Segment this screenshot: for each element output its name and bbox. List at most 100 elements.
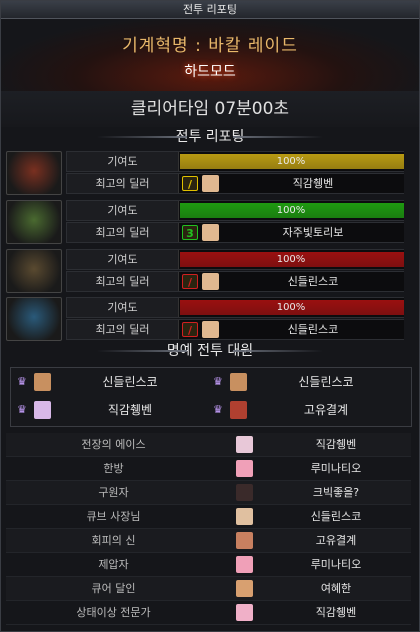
top-dealer-label: 최고의 딜러 xyxy=(95,323,150,336)
contribution-row: 기여도 100% xyxy=(66,297,404,318)
job-icon: / xyxy=(182,274,198,289)
honor-title: 큐어 달인 xyxy=(91,582,136,595)
honor-member-name: 고유결계 xyxy=(303,403,349,417)
top-dealer-cell: / 직감췡벤 xyxy=(178,174,404,193)
top-dealer-label: 최고의 딜러 xyxy=(95,275,150,288)
top-dealer-row[interactable]: 최고의 딜러 / 직감췡벤 xyxy=(66,173,404,194)
character-portrait xyxy=(236,580,253,597)
boss-portrait xyxy=(6,297,62,341)
top-dealer-name: 신들린스코 xyxy=(287,323,339,336)
job-icon: 3 xyxy=(182,225,198,240)
character-portrait xyxy=(236,436,253,453)
contribution-cell: 100% xyxy=(178,201,404,220)
contribution-value: 100% xyxy=(276,205,306,216)
ornament-left xyxy=(97,350,187,352)
section-battle-report: 전투 리포팅 xyxy=(1,127,419,147)
title-row[interactable]: 한방 루미나티오 xyxy=(6,457,411,481)
crown-icon: ♛ xyxy=(213,375,223,388)
top-dealer-cell: 3 자주빛토리보 xyxy=(178,223,404,242)
party-entry: 기여도 100% 최고의 딜러 3 자주빛토리보 xyxy=(6,200,404,244)
title-holder-name: 직감췡벤 xyxy=(315,438,357,451)
honor-title: 제압자 xyxy=(98,558,129,571)
raid-mode: 하드모드 xyxy=(184,64,236,80)
contribution-label: 기여도 xyxy=(107,253,138,266)
character-portrait xyxy=(236,532,253,549)
top-dealer-row[interactable]: 최고의 딜러 3 자주빛토리보 xyxy=(66,222,404,243)
contribution-label: 기여도 xyxy=(107,204,138,217)
title-holder-name: 여혜한 xyxy=(320,582,352,595)
honor-title-list: 전장의 에이스 직감췡벤 한방 루미나티오 구원자 크빅좋을? 큐브 사장님 신들린스… xyxy=(6,433,411,625)
title-row[interactable]: 상태이상 전문가 직감췡벤 xyxy=(6,601,411,625)
title-row[interactable]: 큐브 사장님 신들린스코 xyxy=(6,505,411,529)
clear-time: 클리어타임 07분00초 xyxy=(1,91,419,127)
title-row[interactable]: 큐어 달인 여혜한 xyxy=(6,577,411,601)
contribution-cell: 100% xyxy=(178,250,404,269)
honor-member-name: 신들린스코 xyxy=(298,375,354,389)
character-portrait xyxy=(34,373,51,391)
top-dealer-row[interactable]: 최고의 딜러 / 신들린스코 xyxy=(66,271,404,292)
crown-icon: ♛ xyxy=(213,403,223,416)
character-portrait xyxy=(236,604,253,621)
character-portrait xyxy=(236,556,253,573)
contribution-row: 기여도 100% xyxy=(66,151,404,172)
title-holder-name: 루미나티오 xyxy=(310,462,362,475)
ornament-right xyxy=(233,136,323,138)
battle-report-window: 전투 리포팅 기계혁명 : 바칼 레이드 하드모드 클리어타임 07분00초 전… xyxy=(0,0,420,632)
character-portrait xyxy=(202,175,219,192)
contribution-cell: 100% xyxy=(178,298,404,317)
honor-member[interactable]: ♛ 고유결계 xyxy=(211,399,401,421)
honor-title: 큐브 사장님 xyxy=(86,510,141,523)
honor-title: 한방 xyxy=(103,462,124,475)
character-portrait xyxy=(236,460,253,477)
top-dealer-row[interactable]: 최고의 딜러 / 신들린스코 xyxy=(66,319,404,340)
top-dealer-name: 신들린스코 xyxy=(287,275,339,288)
honor-title: 전장의 에이스 xyxy=(81,438,146,451)
boss-portrait xyxy=(6,151,62,195)
job-icon: / xyxy=(182,176,198,191)
character-portrait xyxy=(34,401,51,419)
title-row[interactable]: 회피의 신 고유결계 xyxy=(6,529,411,553)
boss-portrait xyxy=(6,249,62,293)
honor-title: 구원자 xyxy=(98,486,129,499)
section-honor: 명예 전투 대원 xyxy=(1,341,419,361)
contribution-value: 100% xyxy=(276,156,306,167)
character-portrait xyxy=(230,401,247,419)
contribution-row: 기여도 100% xyxy=(66,200,404,221)
character-portrait xyxy=(230,373,247,391)
window-title: 전투 리포팅 xyxy=(1,1,419,19)
raid-header: 기계혁명 : 바칼 레이드 하드모드 xyxy=(1,19,419,91)
contribution-label: 기여도 xyxy=(107,301,138,314)
title-row[interactable]: 제압자 루미나티오 xyxy=(6,553,411,577)
honor-member[interactable]: ♛ 직감췡벤 xyxy=(15,399,205,421)
title-row[interactable]: 구원자 크빅좋을? xyxy=(6,481,411,505)
honor-member[interactable]: ♛ 신들린스코 xyxy=(211,371,401,393)
top-dealer-label: 최고의 딜러 xyxy=(95,177,150,190)
top-dealer-name: 자주빛토리보 xyxy=(282,226,344,239)
honor-title: 상태이상 전문가 xyxy=(76,606,151,619)
honor-member-name: 직감췡벤 xyxy=(107,403,153,417)
title-holder-name: 루미나티오 xyxy=(310,558,362,571)
party-entry: 기여도 100% 최고의 딜러 / 직감췡벤 xyxy=(6,151,404,195)
crown-icon: ♛ xyxy=(17,375,27,388)
character-portrait xyxy=(236,484,253,501)
title-holder-name: 신들린스코 xyxy=(310,510,362,523)
title-holder-name: 직감췡벤 xyxy=(315,606,357,619)
contribution-row: 기여도 100% xyxy=(66,249,404,270)
character-portrait xyxy=(202,321,219,338)
character-portrait xyxy=(202,224,219,241)
honor-member[interactable]: ♛ 신들린스코 xyxy=(15,371,205,393)
ornament-right xyxy=(233,350,323,352)
party-entry: 기여도 100% 최고의 딜러 / 신들린스코 xyxy=(6,297,404,341)
title-holder-name: 크빅좋을? xyxy=(312,486,360,499)
job-icon: / xyxy=(182,322,198,337)
top-dealer-label: 최고의 딜러 xyxy=(95,226,150,239)
contribution-value: 100% xyxy=(276,302,306,313)
top-dealer-cell: / 신들린스코 xyxy=(178,272,404,291)
crown-icon: ♛ xyxy=(17,403,27,416)
honor-members: ♛ 신들린스코 ♛ 신들린스코 ♛ 직감췡벤 ♛ 고유결계 xyxy=(10,367,412,427)
title-row[interactable]: 전장의 에이스 직감췡벤 xyxy=(6,433,411,457)
contribution-label: 기여도 xyxy=(107,155,138,168)
contribution-cell: 100% xyxy=(178,152,404,171)
character-portrait xyxy=(202,273,219,290)
character-portrait xyxy=(236,508,253,525)
